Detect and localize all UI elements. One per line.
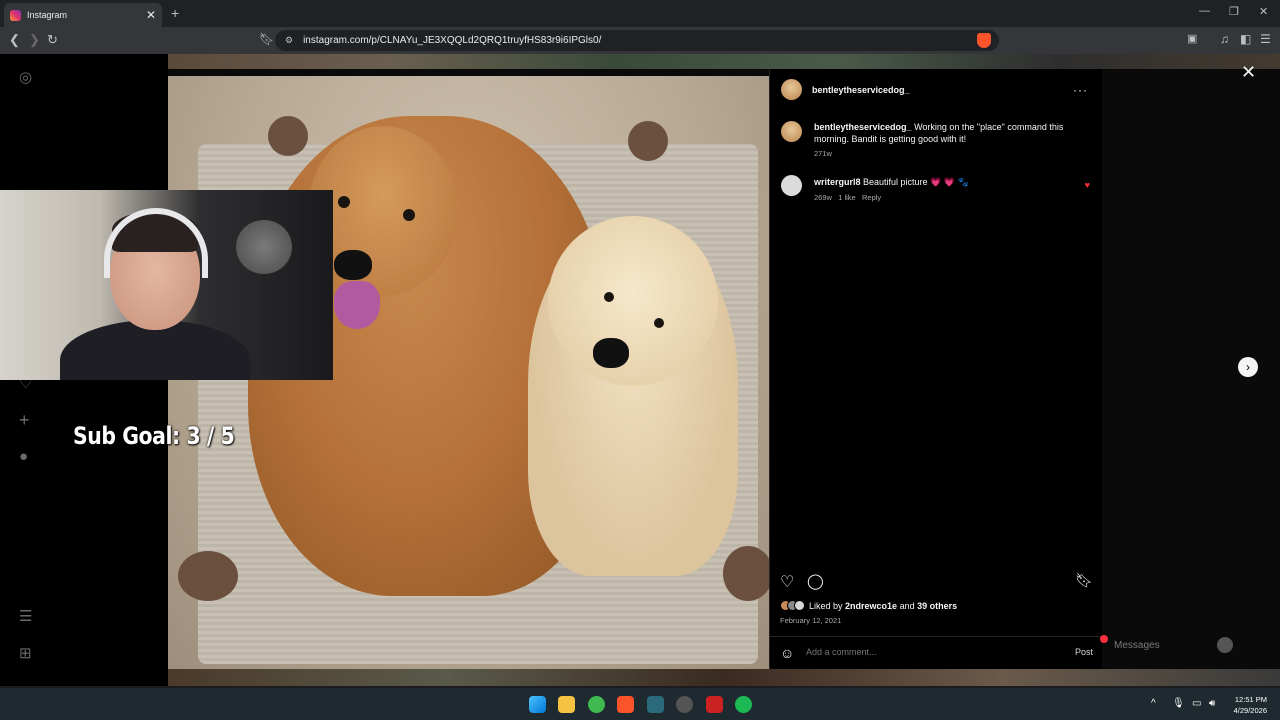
webcam-overlay bbox=[0, 190, 333, 380]
commenter-avatar[interactable] bbox=[781, 175, 802, 196]
tab-search-icon[interactable]: ▣ bbox=[1187, 32, 1197, 45]
dog-tongue bbox=[334, 281, 380, 329]
puppy-nose bbox=[593, 338, 629, 368]
browser-toolbar: ❮ ❯ ↻ 🔖︎ ⚙ instagram.com/p/CLNAYu_JE3XQQ… bbox=[0, 27, 1280, 54]
puppy-head bbox=[548, 216, 718, 386]
system-clock[interactable]: 12:51 PM 4/29/2026 bbox=[1234, 694, 1267, 716]
microphone bbox=[236, 220, 292, 274]
caption-age: 271w bbox=[814, 149, 832, 158]
comment-reply-button[interactable]: Reply bbox=[862, 193, 881, 202]
tab-title: Instagram bbox=[27, 10, 68, 20]
menu-icon[interactable]: ☰ bbox=[1260, 32, 1271, 46]
post-details-panel: bentleytheservicedog_ ··· bentleytheserv… bbox=[769, 69, 1103, 669]
instagram-page: ◎ ♡ + ● ☰ ⊞ Sub Goal: 3 / 5 bentleythese… bbox=[0, 54, 1280, 686]
brave-taskbar-icon[interactable] bbox=[617, 696, 634, 713]
liked-by: Liked by 2ndrewco1e and 39 others bbox=[780, 600, 957, 611]
dog-nose bbox=[334, 250, 372, 280]
create-icon[interactable]: + bbox=[19, 410, 30, 431]
sidebar-icon[interactable]: ◧ bbox=[1240, 32, 1251, 46]
reload-icon[interactable]: ↻ bbox=[47, 32, 58, 48]
bed-post bbox=[628, 121, 668, 161]
window-close-icon[interactable]: ✕ bbox=[1259, 5, 1268, 18]
comment-bubble-icon[interactable]: ◯ bbox=[807, 572, 824, 590]
tab-close-icon[interactable]: ✕ bbox=[146, 8, 156, 22]
browser-tab-bar: Instagram ✕ + — ❐ ✕ bbox=[0, 0, 1280, 27]
comment-username[interactable]: writergurl8 bbox=[814, 177, 861, 187]
obs-icon[interactable] bbox=[676, 696, 693, 713]
author-username[interactable]: bentleytheservicedog_ bbox=[812, 85, 910, 95]
network-icon[interactable]: ▭ bbox=[1192, 698, 1201, 709]
comment-likes[interactable]: 1 like bbox=[838, 193, 856, 202]
dog-eye bbox=[338, 196, 350, 208]
also-from-meta-icon[interactable]: ⊞ bbox=[19, 644, 32, 662]
comment-item: writergurl8 Beautiful picture 💗 💗 🐾 269w… bbox=[814, 176, 1064, 202]
new-tab-button[interactable]: + bbox=[171, 5, 179, 21]
like-heart-icon[interactable]: ♡ bbox=[780, 572, 794, 592]
app-green-icon[interactable] bbox=[588, 696, 605, 713]
start-icon[interactable] bbox=[529, 696, 546, 713]
file-explorer-icon[interactable] bbox=[558, 696, 575, 713]
background-feed-strip-bottom bbox=[168, 669, 1280, 686]
spotify-icon[interactable] bbox=[735, 696, 752, 713]
volume-icon[interactable]: 🔊︎ bbox=[1209, 698, 1215, 709]
forward-icon[interactable]: ❯ bbox=[29, 32, 40, 48]
address-bar[interactable]: ⚙ instagram.com/p/CLNAYu_JE3XQQLd2QRQ1tr… bbox=[275, 30, 999, 51]
minimize-icon[interactable]: — bbox=[1199, 5, 1210, 17]
tray-expand-icon[interactable]: ^ bbox=[1151, 698, 1156, 709]
comment-liked-heart-icon[interactable]: ♥ bbox=[1085, 180, 1090, 190]
add-comment-input[interactable] bbox=[806, 647, 1046, 657]
dog-eye bbox=[403, 209, 415, 221]
clock-time: 12:51 PM bbox=[1234, 695, 1267, 704]
app-teal-icon[interactable] bbox=[647, 696, 664, 713]
windows-taskbar: ^ 🎙︎ ▭ 🔊︎ 12:51 PM 4/29/2026 bbox=[0, 688, 1280, 720]
comment-text: Beautiful picture bbox=[863, 177, 928, 187]
back-icon[interactable]: ❮ bbox=[9, 32, 20, 48]
puppy-eye bbox=[604, 292, 614, 302]
post-date: February 12, 2021 bbox=[780, 616, 842, 625]
media-icon[interactable]: ♫ bbox=[1220, 32, 1229, 46]
comment-emoji: 💗 💗 🐾 bbox=[930, 177, 969, 187]
puppy-eye bbox=[654, 318, 664, 328]
mic-tray-icon[interactable]: 🎙︎ bbox=[1172, 698, 1185, 709]
emoji-picker-icon[interactable]: ☺ bbox=[780, 645, 794, 661]
liker-avatar bbox=[794, 600, 805, 611]
liked-by-text: Liked by 2ndrewco1e and 39 others bbox=[809, 600, 958, 611]
maximize-icon[interactable]: ❐ bbox=[1229, 5, 1239, 18]
next-post-icon[interactable]: › bbox=[1238, 357, 1258, 377]
instagram-logo-icon[interactable]: ◎ bbox=[19, 68, 32, 86]
clock-date: 4/29/2026 bbox=[1233, 706, 1267, 715]
caption-block: bentleytheservicedog_ Working on the "pl… bbox=[814, 121, 1084, 158]
liked-by-user[interactable]: 2ndrewco1e bbox=[845, 601, 897, 611]
messages-avatar[interactable] bbox=[1217, 637, 1233, 653]
brave-shields-icon[interactable] bbox=[977, 33, 991, 48]
instagram-favicon-icon bbox=[10, 9, 21, 21]
sub-goal-text: Sub Goal: 3 / 5 bbox=[73, 422, 235, 450]
caption-username[interactable]: bentleytheservicedog_ bbox=[814, 122, 912, 132]
save-bookmark-icon[interactable]: 🔖︎ bbox=[1075, 572, 1093, 589]
profile-nav-icon[interactable]: ● bbox=[19, 448, 28, 465]
more-options-icon[interactable]: ··· bbox=[1073, 83, 1088, 97]
site-info-icon[interactable]: ⚙ bbox=[285, 35, 293, 46]
liked-by-others[interactable]: 39 others bbox=[917, 601, 957, 611]
comment-age: 269w bbox=[814, 193, 832, 202]
more-menu-icon[interactable]: ☰ bbox=[19, 607, 32, 625]
author-avatar[interactable] bbox=[781, 79, 802, 100]
post-comment-button[interactable]: Post bbox=[1075, 647, 1093, 657]
bed-post bbox=[268, 116, 308, 156]
bed-post bbox=[723, 546, 769, 601]
caption-avatar[interactable] bbox=[781, 121, 802, 142]
bookmark-icon[interactable]: 🔖︎ bbox=[259, 32, 274, 46]
bed-post bbox=[178, 551, 238, 601]
post-actions: ♡ ◯ 🔖︎ bbox=[780, 572, 1093, 592]
app-red-icon[interactable] bbox=[706, 696, 723, 713]
background-feed-strip bbox=[168, 54, 1280, 69]
url-text: instagram.com/p/CLNAYu_JE3XQQLd2QRQ1truy… bbox=[303, 35, 602, 46]
tab-instagram[interactable]: Instagram ✕ bbox=[4, 3, 162, 27]
add-comment-row: ☺ Post bbox=[770, 636, 1103, 669]
close-post-icon[interactable]: ✕ bbox=[1241, 62, 1256, 83]
